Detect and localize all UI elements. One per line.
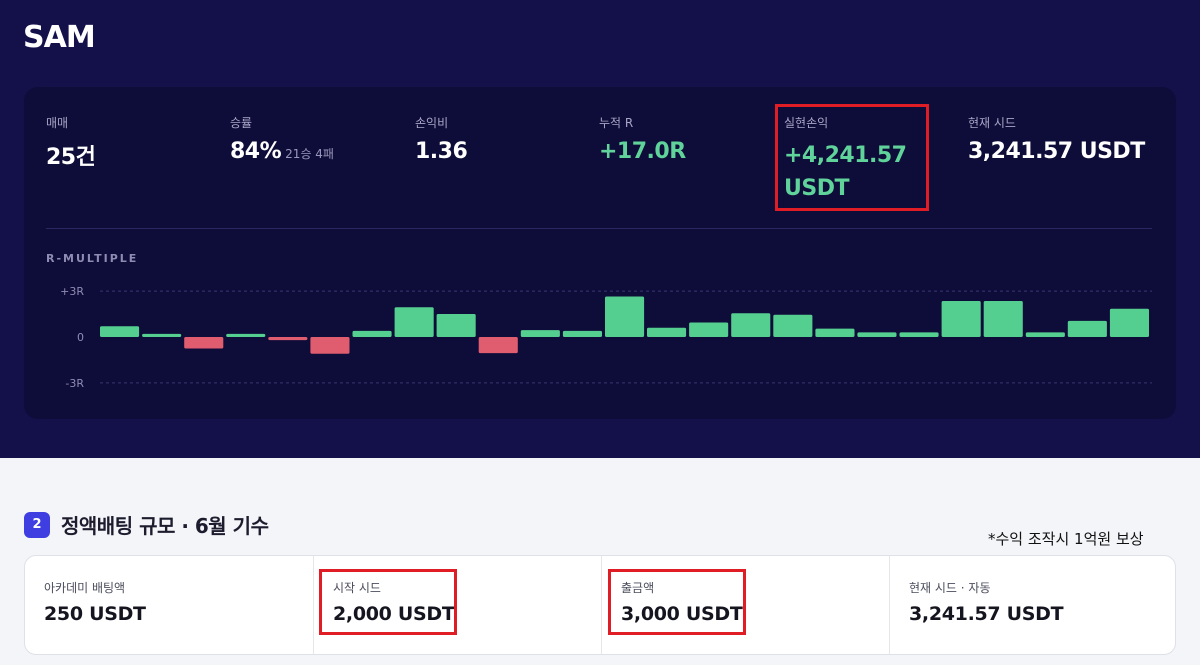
r-multiple-bar [394, 307, 434, 337]
r-multiple-bar [352, 330, 392, 337]
y-tick-label: -3R [65, 377, 84, 390]
stats-panel: 매매 25건 승률 84% 21승 4패 손익비 1.36 누적 R +17.0R… [24, 87, 1176, 419]
brand-title: SAM [23, 20, 96, 55]
r-multiple-bar [142, 333, 182, 337]
r-multiple-bar [226, 333, 266, 337]
y-tick-label: 0 [77, 331, 84, 344]
section-header: 2 정액배팅 규모 · 6월 기수 [24, 510, 269, 539]
stat-cumulative-r-label: 누적 R [599, 116, 634, 130]
seed-cell-current: 현재 시드 · 자동 3,241.57 USDT [889, 556, 1177, 654]
highlight-box-start-seed [319, 569, 457, 635]
r-multiple-chart: +3R 0 -3R [60, 285, 1152, 390]
r-multiple-bar [1025, 332, 1065, 337]
r-multiple-bar [899, 332, 939, 337]
stat-pl-ratio-value: 1.36 [415, 139, 468, 164]
stat-current-seed-label: 현재 시드 [968, 116, 1016, 130]
r-multiple-bar [520, 330, 560, 337]
stat-win-rate-label: 승률 [230, 116, 253, 130]
r-multiple-bar [647, 327, 687, 337]
y-tick-label: +3R [60, 285, 84, 298]
r-multiple-bar [773, 314, 813, 337]
r-multiple-bar [815, 328, 855, 337]
stat-win-rate-value-wrap: 84% 21승 4패 [230, 139, 334, 164]
stat-pl-ratio-label: 손익비 [415, 116, 449, 130]
section-number-badge: 2 [24, 511, 50, 538]
seed-cell-current-label: 현재 시드 · 자동 [909, 581, 991, 595]
r-multiple-bar [1067, 320, 1107, 337]
stat-win-rate-sub: 21승 4패 [285, 147, 334, 161]
stat-trades-label: 매매 [46, 116, 69, 130]
section-title: 정액배팅 규모 · 6월 기수 [61, 514, 269, 538]
r-multiple-bar [436, 314, 476, 337]
r-multiple-bar [983, 301, 1023, 337]
seed-cell-betting-label: 아카데미 배팅액 [44, 581, 126, 595]
stat-win-rate-value: 84% [230, 139, 282, 164]
seed-cell-betting: 아카데미 배팅액 250 USDT [25, 556, 313, 654]
highlight-box-withdrawal [608, 569, 746, 635]
chart-title: R-MULTIPLE [46, 252, 139, 265]
r-multiple-bar [941, 301, 981, 337]
highlight-box-realized-pnl [775, 104, 929, 211]
r-multiple-bar [268, 337, 308, 341]
stat-trades-value: 25건 [46, 145, 96, 170]
r-multiple-bar [1109, 308, 1149, 337]
r-multiple-bar [731, 313, 771, 337]
r-multiple-bar [689, 322, 729, 337]
r-multiple-bar [562, 330, 602, 337]
stat-current-seed-value: 3,241.57 USDT [968, 139, 1145, 164]
r-multiple-bar [184, 337, 224, 349]
r-multiple-bar [478, 337, 518, 354]
r-multiple-bar [857, 332, 897, 337]
summary-section: SAM 매매 25건 승률 84% 21승 4패 손익비 1.36 누적 R +1… [0, 0, 1200, 458]
panel-divider [46, 228, 1152, 229]
compensation-note: *수익 조작시 1억원 보상 [988, 530, 1144, 548]
seed-info-card: 아카데미 배팅액 250 USDT 시작 시드 2,000 USDT 출금액 3… [24, 555, 1176, 655]
seed-cell-betting-value: 250 USDT [44, 603, 146, 625]
stat-cumulative-r-value: +17.0R [599, 139, 686, 164]
r-multiple-bar [100, 326, 140, 337]
r-multiple-bar [605, 296, 645, 337]
seed-cell-current-value: 3,241.57 USDT [909, 603, 1064, 625]
r-multiple-bar [310, 337, 350, 354]
